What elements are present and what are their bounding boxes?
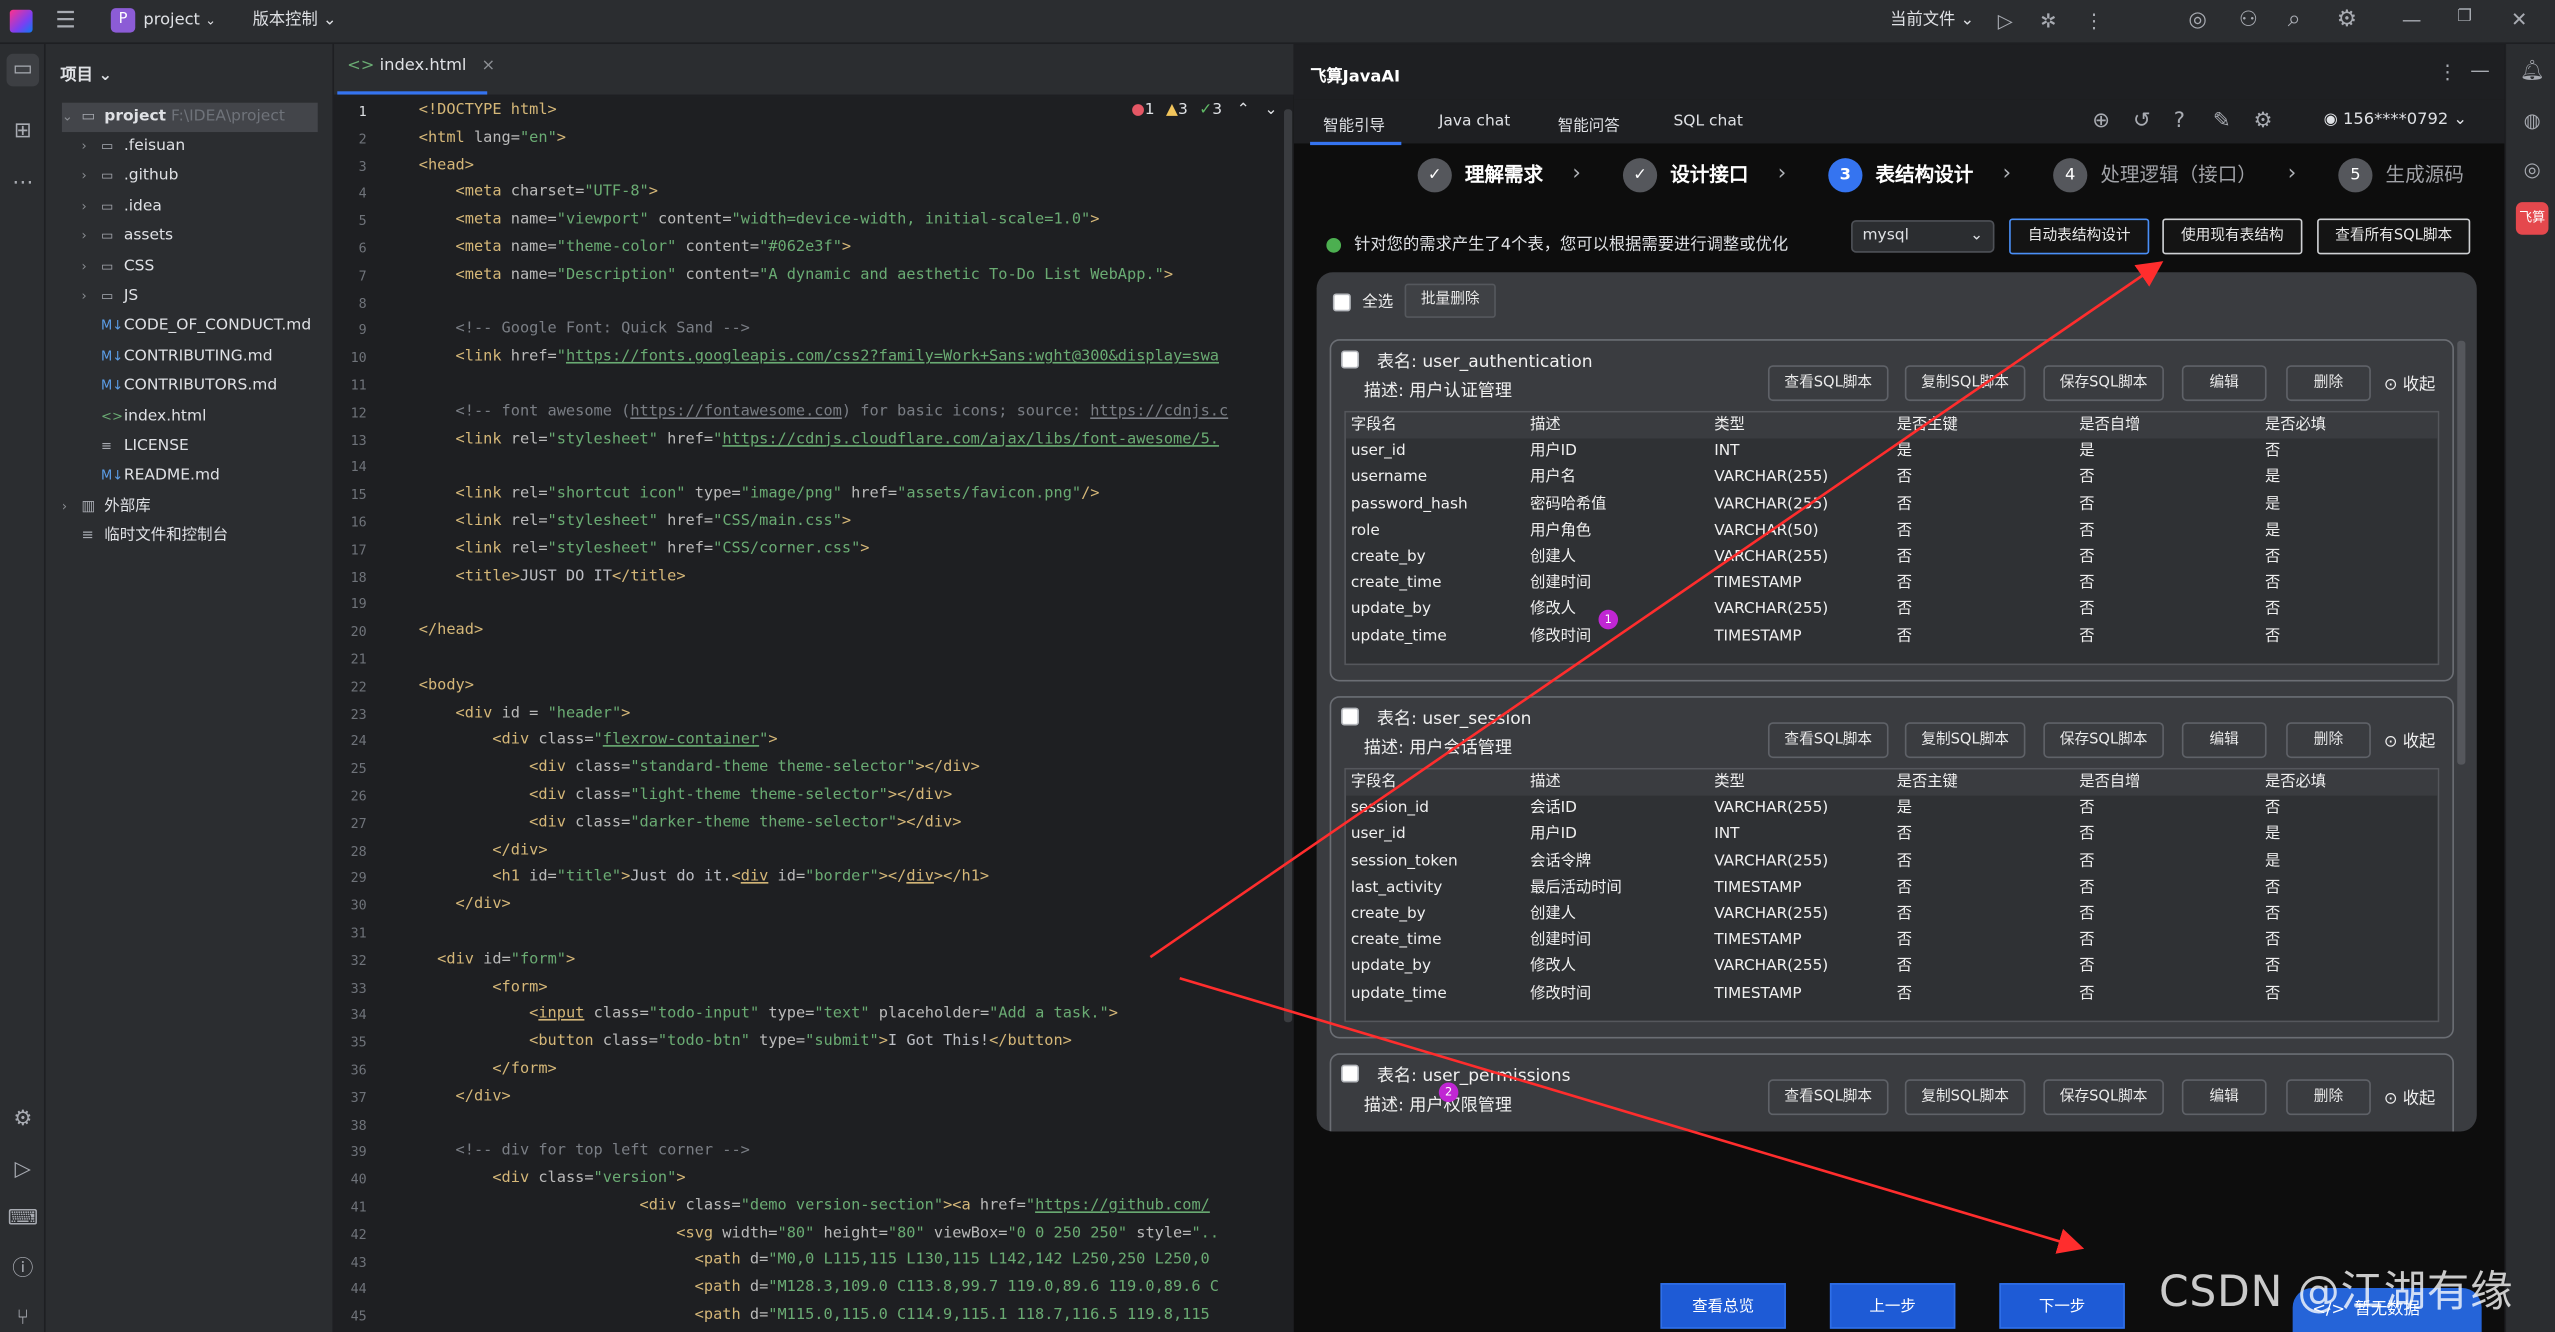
ide-window: ☰ Pproject ⌄ 版本控制 ⌄ 当前文件 ⌄ ▷ ✲ ⋮ ◎ ⚇ ⌕ ⚙…	[0, 0, 2555, 1332]
watermark: CSDN @江湖有缘	[2159, 1268, 2514, 1318]
arrow-to-next-step	[1179, 976, 2085, 1254]
annotation-arrows	[1149, 261, 2164, 1254]
step-marker-2: 2	[1438, 1082, 1459, 1103]
step-marker-1: 1	[1598, 609, 1619, 630]
arrow-to-auto-design	[1149, 261, 2164, 959]
